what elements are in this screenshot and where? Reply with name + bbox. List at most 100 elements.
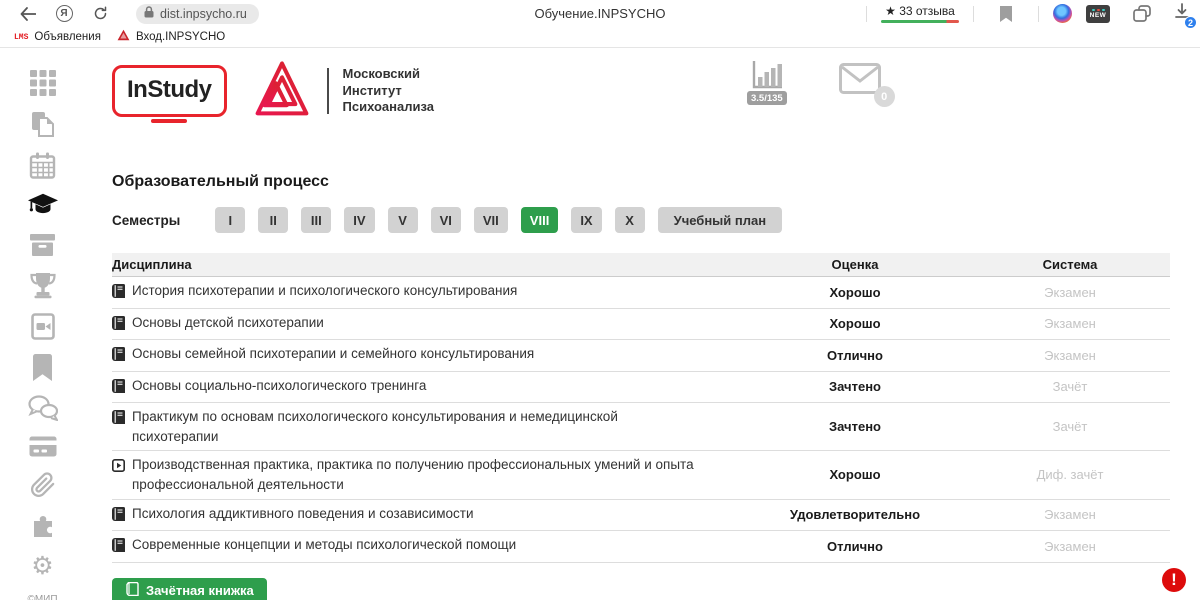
calendar-icon[interactable] [28,152,58,178]
back-icon[interactable] [17,3,39,25]
puzzle-icon[interactable] [28,513,58,539]
profile-icon[interactable]: Я [53,3,75,25]
extension-circle-icon[interactable] [1053,4,1072,23]
divider [866,6,867,22]
bookmark-announcements[interactable]: LMS Объявления [10,31,105,43]
browser-chrome: Я dist.inpsycho.ru Обучение.INPSYCHO ★ 3… [0,0,1200,48]
dashboard-grid-icon[interactable] [28,70,58,96]
mail-icon[interactable]: 0 [839,63,881,99]
grades-table: Дисциплина Оценка Система История психот… [112,253,1170,563]
grade-value: Зачтено [740,415,970,438]
page-header: InStudy Московский Институт Психоанализа [112,58,1170,124]
system-value: Зачёт [970,375,1170,398]
settings-gear-icon[interactable]: ⚙ [28,554,58,579]
system-value: Экзамен [970,503,1170,526]
semester-button-8-active[interactable]: VIII [521,207,559,233]
archive-box-icon[interactable] [28,233,58,257]
table-row: Производственная практика, практика по п… [112,451,1170,499]
payment-card-icon[interactable] [28,436,58,457]
chat-icon[interactable] [28,395,58,421]
table-row: Основы детской психотерапии Хорошо Экзам… [112,309,1170,341]
semester-button-5[interactable]: V [388,207,418,233]
downloads-icon[interactable]: 2 [1174,3,1190,24]
refresh-icon[interactable] [89,3,111,25]
semesters-label: Семестры [112,213,180,228]
gradebook-book-icon [125,582,139,599]
table-row: История психотерапии и психологического … [112,277,1170,309]
bookmarks-bar: LMS Объявления Вход.INPSYCHO [0,27,1200,48]
logo-divider [327,68,329,114]
table-row: Психология аддиктивного поведения и соза… [112,500,1170,532]
table-row: Современные концепции и методы психологи… [112,531,1170,563]
divider [973,6,974,22]
play-icon [112,458,125,478]
header-stats: 3.5/135 0 [747,60,881,105]
lms-favicon: LMS [14,33,28,42]
semester-button-10[interactable]: X [615,207,645,233]
mip-favicon [117,28,130,46]
grade-value: Зачтено [740,375,970,398]
site-reviews[interactable]: ★ 33 отзыва [881,4,959,23]
institute-name: Московский Институт Психоанализа [343,66,435,117]
book-icon [112,538,125,558]
instudy-logo[interactable]: InStudy [112,65,227,117]
semester-button-1[interactable]: I [215,207,245,233]
grade-value: Отлично [740,535,970,558]
table-row: Основы социально-психологического тренин… [112,372,1170,404]
bookmark-icon[interactable] [28,354,58,380]
table-header: Дисциплина Оценка Система [112,253,1170,277]
education-graduation-icon[interactable] [28,193,58,218]
semester-button-2[interactable]: II [258,207,288,233]
url-text: dist.inpsycho.ru [160,7,247,21]
semester-button-4[interactable]: IV [344,207,374,233]
bookmark-login[interactable]: Вход.INPSYCHO [113,28,229,46]
book-icon [112,284,125,304]
score-badge: 3.5/135 [747,91,787,105]
table-row: Практикум по основам психологического ко… [112,403,1170,451]
system-value: Экзамен [970,312,1170,335]
system-value: Диф. зачёт [970,463,1170,486]
book-icon [112,316,125,336]
copyright-label: ©МИП [27,594,57,600]
performance-chart-icon[interactable]: 3.5/135 [747,60,787,105]
bookmark-flag-icon[interactable] [995,3,1017,25]
left-sidebar: ⚙ ©МИП [0,48,85,600]
curriculum-button[interactable]: Учебный план [658,207,782,233]
video-document-icon[interactable] [28,313,58,339]
semester-button-6[interactable]: VI [431,207,461,233]
table-row: Основы семейной психотерапии и семейного… [112,340,1170,372]
book-icon [112,347,125,367]
system-value: Экзамен [970,344,1170,367]
documents-icon[interactable] [28,111,58,137]
grade-value: Хорошо [740,281,970,304]
semester-button-9[interactable]: IX [571,207,601,233]
page-title: Образовательный процесс [112,173,1170,191]
semester-button-3[interactable]: III [301,207,331,233]
lock-icon [144,5,154,23]
book-icon [112,410,125,430]
trophy-icon[interactable] [28,272,58,298]
grade-value: Отлично [740,344,970,367]
system-value: Экзамен [970,281,1170,304]
grade-value: Удовлетворительно [740,503,970,526]
grade-value: Хорошо [740,312,970,335]
semester-button-7[interactable]: VII [474,207,508,233]
mip-triangle-logo [253,61,311,122]
reviews-rating-bar [881,20,959,23]
book-icon [112,379,125,399]
system-value: Зачёт [970,415,1170,438]
mail-count-badge: 0 [874,86,895,107]
main-content: InStudy Московский Институт Психоанализа [85,48,1200,600]
gradebook-button[interactable]: Зачётная книжка [112,578,267,600]
divider [1038,6,1039,22]
alert-exclamation-icon[interactable]: ! [1162,568,1186,592]
semesters-row: Семестры I II III IV V VI VII VIII IX X … [112,207,1170,233]
book-icon [112,507,125,527]
downloads-count-badge: 2 [1184,16,1197,29]
paperclip-icon[interactable] [28,472,58,498]
grade-value: Хорошо [740,463,970,486]
address-bar[interactable]: dist.inpsycho.ru [136,4,259,24]
collections-icon[interactable] [1131,3,1153,25]
system-value: Экзамен [970,535,1170,558]
new-extension-icon[interactable]: NEW [1086,5,1110,23]
